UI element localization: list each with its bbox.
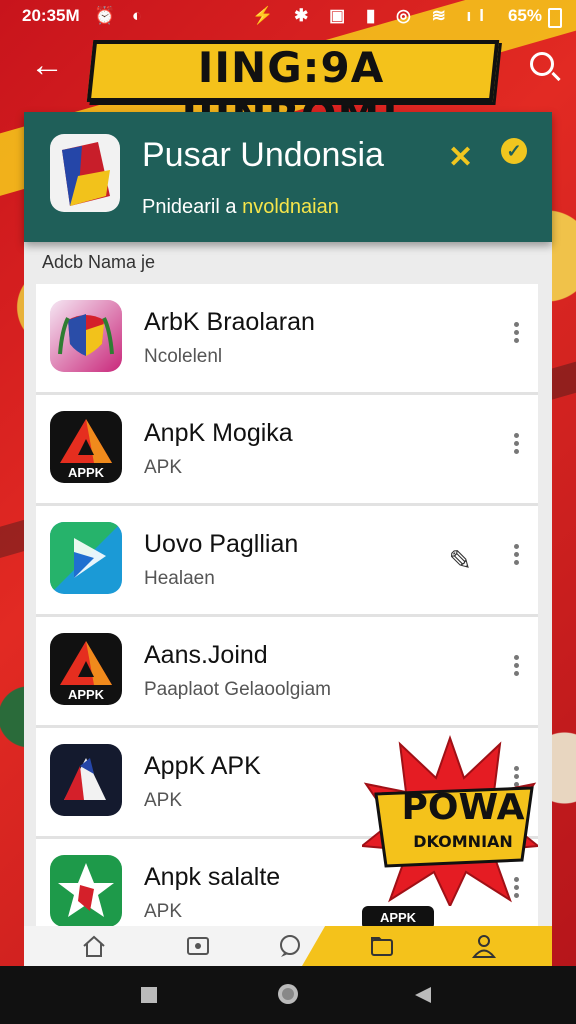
hero-subtitle: Pnidearil a nvoldnaian — [142, 196, 339, 219]
green-star-app-icon — [50, 855, 122, 927]
folder-icon[interactable] — [368, 932, 396, 960]
app-subtitle: Healaen — [144, 568, 215, 589]
hero-subtitle-highlight: nvoldnaian — [242, 196, 339, 218]
hero-logo-icon — [50, 134, 120, 212]
blue-play-app-icon — [50, 522, 122, 594]
hero-title: Pusar Undonsia — [142, 136, 384, 174]
list-item[interactable]: ArbK Braolaran Ncolelenl — [36, 284, 538, 395]
home-icon[interactable] — [80, 932, 108, 960]
app-title: Aans.Joind — [144, 641, 268, 669]
promo-line1: POWA — [401, 787, 525, 828]
flag-apk-app-icon — [50, 744, 122, 816]
status-notification-icons: ⏰ ◐ — [94, 6, 149, 25]
more-options-icon[interactable] — [514, 544, 520, 568]
back-triangle-icon[interactable] — [414, 986, 432, 1004]
status-bar: 20:35M ⏰ ◐ ⚡ ✱ ▣ ▮ ◎ ≋ ıl 65% — [0, 0, 576, 32]
status-system-icons: ⚡ ✱ ▣ ▮ ◎ ≋ ıl — [252, 6, 492, 25]
list-item[interactable]: APPK AnpK Mogika APK — [36, 395, 538, 506]
more-options-icon[interactable] — [514, 655, 520, 679]
back-arrow-icon[interactable]: ← — [30, 48, 64, 82]
list-item[interactable]: Uovo Pagllian Healaen ✎ — [36, 506, 538, 617]
top-app-bar: ← IING:9A IIINROM! — [0, 34, 576, 140]
bottom-nav-accent — [302, 926, 552, 966]
app-subtitle: Ncolelenl — [144, 346, 223, 367]
list-item[interactable]: APPK Aans.Joind Paaplaot Gelaoolgiam — [36, 617, 538, 728]
home-circle-icon[interactable] — [276, 982, 300, 1006]
app-title: ArbK Braolaran — [144, 308, 315, 336]
apk-triangle-app-icon: APPK — [50, 633, 122, 705]
bottom-navigation — [24, 926, 552, 966]
app-title: Uovo Pagllian — [144, 530, 299, 558]
chat-icon[interactable] — [276, 932, 304, 960]
svg-text:APPK: APPK — [68, 687, 105, 702]
hero-card[interactable]: Pusar Undonsia Pnidearil a nvoldnaian ✕ … — [24, 112, 552, 242]
paperclip-icon[interactable]: ✎ — [449, 544, 472, 577]
svg-text:APPK: APPK — [68, 465, 105, 480]
close-icon[interactable]: ✕ — [448, 140, 473, 175]
app-subtitle: APK — [144, 901, 183, 922]
promo-line2: DKOMNIAN — [413, 832, 513, 851]
search-icon[interactable] — [530, 52, 554, 76]
system-navigation-bar — [0, 966, 576, 1024]
verified-check-icon[interactable]: ✓ — [501, 138, 527, 164]
status-time: 20:35M — [22, 6, 80, 25]
profile-icon[interactable] — [470, 932, 498, 960]
app-title: Anpk salalte — [144, 863, 281, 891]
apk-triangle-app-icon: APPK — [50, 411, 122, 483]
shield-leaf-app-icon — [50, 300, 122, 372]
app-subtitle: Paaplaot Gelaoolgiam — [144, 679, 331, 700]
app-title: AppK APK — [144, 752, 261, 780]
battery-percent: 65% — [507, 6, 542, 25]
promo-text: POWA DKOMNIAN — [398, 790, 528, 850]
more-options-icon[interactable] — [514, 322, 520, 346]
app-title: AnpK Mogika — [144, 419, 293, 447]
more-options-icon[interactable] — [514, 433, 520, 457]
hero-subtitle-prefix: Pnidearil a — [142, 196, 237, 218]
section-label: Adcb Nama je — [42, 252, 156, 272]
battery-icon — [548, 8, 562, 28]
app-subtitle: APK — [144, 790, 183, 811]
recents-icon[interactable] — [140, 986, 158, 1004]
gallery-icon[interactable] — [184, 932, 212, 960]
app-subtitle: APK — [144, 457, 183, 478]
